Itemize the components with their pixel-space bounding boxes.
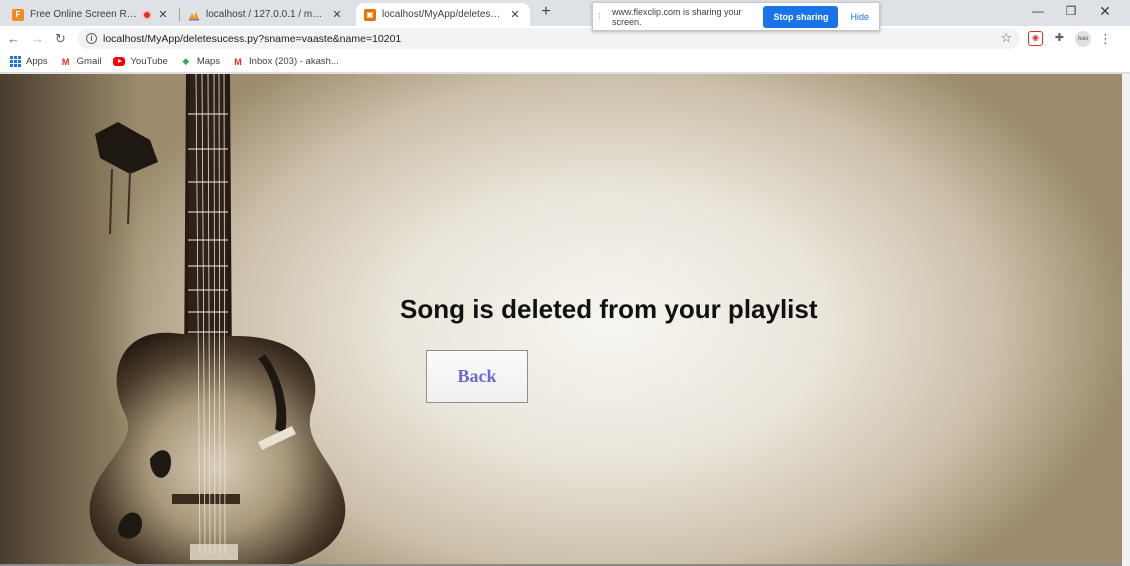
bookmarks-bar: Apps M Gmail YouTube ◆ Maps M Inbox (203… xyxy=(0,51,1130,73)
vertical-scrollbar[interactable] xyxy=(1122,74,1130,566)
url-text: localhost/MyApp/deletesucess.py?sname=va… xyxy=(103,32,402,45)
avatar[interactable]: Nabi xyxy=(1075,31,1091,47)
forward-arrow-icon[interactable]: → xyxy=(29,30,46,47)
tab-strip: F Free Online Screen Recorder ✕ localhos… xyxy=(0,0,1130,31)
maps-icon: ◆ xyxy=(182,56,190,66)
tab-title: localhost / 127.0.0.1 / music data xyxy=(206,9,326,20)
drag-handle-icon[interactable]: ⁞ xyxy=(598,11,604,23)
tab-title: localhost/MyApp/deletesucess.py xyxy=(382,9,504,20)
extensions-puzzle-icon[interactable]: ✚ xyxy=(1052,31,1067,46)
bookmark-youtube[interactable]: YouTube xyxy=(113,56,168,68)
bookmark-gmail[interactable]: M Gmail xyxy=(60,56,102,68)
bookmark-maps[interactable]: ◆ Maps xyxy=(180,56,220,68)
youtube-icon xyxy=(113,56,126,68)
screen-share-bar: ⁞ www.flexclip.com is sharing your scree… xyxy=(592,2,880,31)
gmail-icon: M xyxy=(61,56,70,67)
page-content: Song is deleted from your playlist Back xyxy=(0,74,1122,564)
minimize-icon[interactable]: — xyxy=(1021,0,1055,24)
page-icon: ▣ xyxy=(364,8,376,21)
delete-success-message: Song is deleted from your playlist xyxy=(400,294,818,324)
window-close-icon[interactable]: ✕ xyxy=(1088,0,1122,24)
apps-grid-icon xyxy=(9,56,21,68)
bookmark-inbox[interactable]: M Inbox (203) - akash... xyxy=(232,56,339,68)
address-bar[interactable]: i localhost/MyApp/deletesucess.py?sname=… xyxy=(78,28,1020,49)
bookmark-apps[interactable]: Apps xyxy=(9,56,48,68)
tab-title: Free Online Screen Recorder xyxy=(30,9,138,20)
extension-recorder-icon[interactable]: ◉ xyxy=(1028,31,1043,46)
guitar-background-image xyxy=(0,74,346,564)
back-button[interactable]: Back xyxy=(426,350,528,403)
flexclip-icon: F xyxy=(12,8,24,21)
close-icon[interactable]: ✕ xyxy=(508,8,522,22)
stop-sharing-button[interactable]: Stop sharing xyxy=(763,5,839,28)
restore-icon[interactable]: ❐ xyxy=(1054,0,1088,24)
bookmark-label: Inbox (203) - akash... xyxy=(249,56,339,67)
reload-icon[interactable]: ↻ xyxy=(52,30,69,47)
tab-phpmyadmin[interactable]: localhost / 127.0.0.1 / music data ✕ xyxy=(180,3,352,26)
new-tab-button[interactable]: + xyxy=(537,3,555,21)
bookmark-label: Gmail xyxy=(76,56,102,67)
recording-icon xyxy=(142,9,152,20)
close-icon[interactable]: ✕ xyxy=(330,8,344,22)
phpmyadmin-icon xyxy=(188,9,200,21)
back-arrow-icon[interactable]: ← xyxy=(5,30,22,47)
tab-deletesucess[interactable]: ▣ localhost/MyApp/deletesucess.py ✕ xyxy=(356,3,530,26)
gmail-icon: M xyxy=(234,56,242,67)
bookmark-star-icon[interactable]: ☆ xyxy=(1000,30,1012,46)
bookmark-label: Apps xyxy=(26,56,48,67)
share-message: www.flexclip.com is sharing your screen. xyxy=(612,6,742,27)
info-icon[interactable]: i xyxy=(86,33,97,44)
bookmark-label: YouTube xyxy=(130,56,168,67)
bookmark-label: Maps xyxy=(196,56,221,67)
hide-button[interactable]: Hide xyxy=(844,12,875,22)
close-icon[interactable]: ✕ xyxy=(156,8,170,22)
kebab-menu-icon[interactable]: ⋮ xyxy=(1098,31,1113,46)
toolbar: ← → ↻ i localhost/MyApp/deletesucess.py?… xyxy=(0,26,1130,51)
tab-screen-recorder[interactable]: F Free Online Screen Recorder ✕ xyxy=(4,3,178,26)
